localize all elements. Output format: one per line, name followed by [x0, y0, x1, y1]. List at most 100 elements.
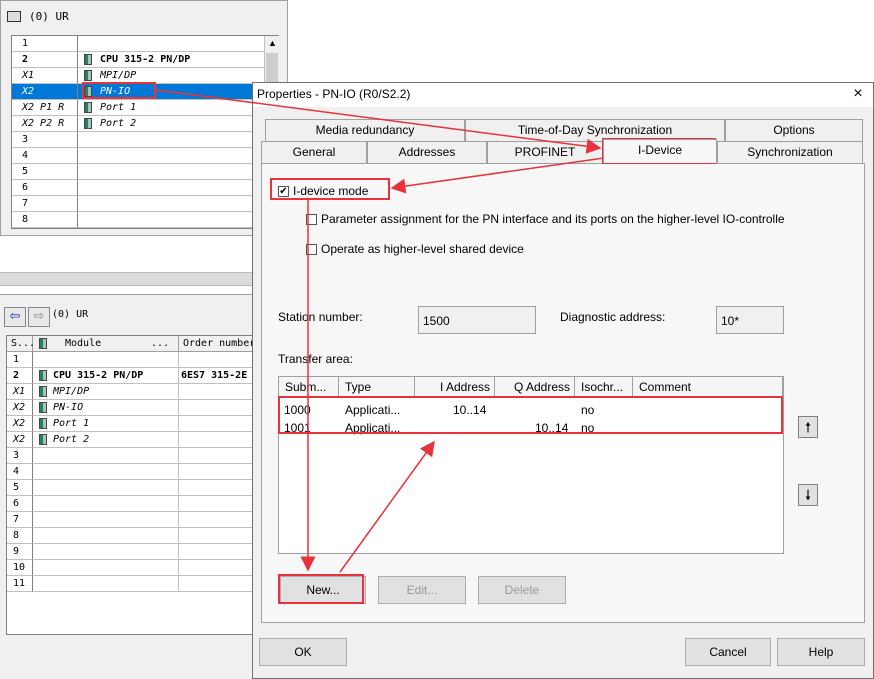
rack-row[interactable]: 4: [12, 148, 264, 164]
checkbox-checked-icon[interactable]: ✔: [278, 185, 289, 197]
tab-profinet[interactable]: PROFINET: [487, 141, 603, 163]
col-q-address[interactable]: Q Address: [495, 377, 575, 397]
rack-row[interactable]: 3: [12, 132, 264, 148]
detail-row[interactable]: X2 Port 1: [7, 416, 257, 432]
rack-row[interactable]: 8: [12, 212, 264, 228]
detail-slot: 5: [7, 480, 33, 496]
rack-window: (0) UR 1 2 CPU 315-2 PN/DP X1 MPI/DP X2 PN-IO X…: [0, 0, 288, 236]
table-row[interactable]: 1001 Applicati... 10..14 no: [279, 419, 779, 437]
module-icon: [39, 434, 47, 445]
detail-row[interactable]: 10: [7, 560, 257, 576]
tab-general[interactable]: General: [261, 141, 367, 163]
detail-row[interactable]: 11: [7, 576, 257, 592]
detail-row[interactable]: X2 Port 2: [7, 432, 257, 448]
col-submodule[interactable]: Subm...: [279, 377, 339, 397]
module-icon: [84, 102, 92, 113]
rack-module-label: PN-IO: [100, 86, 131, 97]
scroll-up-icon[interactable]: ▲: [265, 36, 280, 51]
detail-row[interactable]: 9: [7, 544, 257, 560]
detail-module: CPU 315-2 PN/DP: [33, 368, 179, 384]
move-up-icon[interactable]: 🠕: [798, 416, 818, 438]
detail-row[interactable]: 1: [7, 352, 257, 368]
checkbox-unchecked-icon[interactable]: [306, 213, 317, 225]
rack-module: [78, 196, 264, 212]
detail-order-number: [179, 352, 257, 368]
edit-button[interactable]: Edit...: [378, 576, 466, 604]
rack-row[interactable]: X2 P2 R Port 2: [12, 116, 264, 132]
nav-buttons: ⇦ ⇨: [4, 307, 50, 327]
rack-row[interactable]: 2 CPU 315-2 PN/DP: [12, 52, 264, 68]
rack-slot: X2 P2 R: [12, 116, 78, 132]
detail-slot: X2: [7, 400, 33, 416]
detail-order-number: [179, 432, 257, 448]
dialog-titlebar[interactable]: Properties - PN-IO (R0/S2.2) ×: [253, 83, 873, 107]
header-order-number[interactable]: Order number: [179, 336, 257, 352]
detail-order-number: [179, 560, 257, 576]
detail-slot: X2: [7, 416, 33, 432]
detail-row[interactable]: 6: [7, 496, 257, 512]
scroll-thumb[interactable]: [266, 53, 278, 83]
rack-module: MPI/DP: [78, 68, 264, 84]
rack-row[interactable]: X1 MPI/DP: [12, 68, 264, 84]
delete-button[interactable]: Delete: [478, 576, 566, 604]
module-icon: [84, 54, 92, 65]
forward-arrow-icon[interactable]: ⇨: [28, 307, 50, 327]
detail-title: (0) UR: [52, 309, 89, 320]
tab-addresses[interactable]: Addresses: [367, 141, 487, 163]
rack-row[interactable]: X2 PN-IO: [12, 84, 264, 100]
rack-row[interactable]: 7: [12, 196, 264, 212]
col-isochronous[interactable]: Isochr...: [575, 377, 633, 397]
rack-table[interactable]: 1 2 CPU 315-2 PN/DP X1 MPI/DP X2 PN-IO X2 P1 R P…: [11, 35, 279, 229]
tab-time-of-day-sync[interactable]: Time-of-Day Synchronization: [465, 119, 725, 141]
table-row[interactable]: 1000 Applicati... 10..14 no: [279, 401, 779, 419]
header-module[interactable]: Module ...: [33, 336, 179, 352]
detail-module: [33, 544, 179, 560]
detail-row[interactable]: 7: [7, 512, 257, 528]
dialog-title: Properties - PN-IO (R0/S2.2): [257, 87, 411, 101]
move-down-icon[interactable]: 🠗: [798, 484, 818, 506]
rack-slot: 5: [12, 164, 78, 180]
header-slot[interactable]: S...: [7, 336, 35, 352]
module-icon: [39, 370, 47, 381]
tab-media-redundancy[interactable]: Media redundancy: [265, 119, 465, 141]
tab-synchronization[interactable]: Synchronization: [717, 141, 863, 163]
col-i-address[interactable]: I Address: [415, 377, 495, 397]
cell-isochronous: no: [581, 403, 595, 417]
detail-row[interactable]: 8: [7, 528, 257, 544]
detail-order-number: [179, 528, 257, 544]
detail-slot: X2: [7, 432, 33, 448]
station-number-field[interactable]: 1500: [418, 306, 536, 334]
rack-row[interactable]: 6: [12, 180, 264, 196]
cancel-button[interactable]: Cancel: [685, 638, 771, 666]
help-button[interactable]: Help: [777, 638, 865, 666]
detail-row[interactable]: X1 MPI/DP: [7, 384, 257, 400]
rack-row[interactable]: X2 P1 R Port 1: [12, 100, 264, 116]
close-icon[interactable]: ×: [849, 85, 867, 103]
new-button[interactable]: New...: [280, 576, 366, 604]
horizontal-scrollbar[interactable]: [0, 272, 260, 286]
detail-row[interactable]: 5: [7, 480, 257, 496]
tab-i-device[interactable]: I-Device: [603, 139, 717, 163]
rack-module-label: Port 2: [100, 118, 137, 129]
tab-options[interactable]: Options: [725, 119, 863, 141]
transfer-area-table[interactable]: Subm... Type I Address Q Address Isochr.…: [278, 376, 784, 554]
cell-i-address: 10..14: [453, 403, 487, 417]
checkbox-unchecked-icon[interactable]: [306, 243, 317, 255]
detail-order-number: [179, 416, 257, 432]
rack-row[interactable]: 5: [12, 164, 264, 180]
cell-q-address: 10..14: [535, 421, 569, 435]
detail-row[interactable]: X2 PN-IO: [7, 400, 257, 416]
shared-device-checkbox[interactable]: Operate as higher-level shared device: [306, 242, 524, 256]
idevice-mode-checkbox[interactable]: ✔ I-device mode: [278, 184, 368, 198]
detail-row[interactable]: 4: [7, 464, 257, 480]
detail-row[interactable]: 3: [7, 448, 257, 464]
back-arrow-icon[interactable]: ⇦: [4, 307, 26, 327]
param-assignment-checkbox[interactable]: Parameter assignment for the PN interfac…: [306, 212, 785, 226]
detail-row[interactable]: 2 CPU 315-2 PN/DP 6ES7 315-2E: [7, 368, 257, 384]
ok-button[interactable]: OK: [259, 638, 347, 666]
diagnostic-address-field[interactable]: 10*: [716, 306, 784, 334]
rack-row[interactable]: 1: [12, 36, 264, 52]
detail-table[interactable]: S... Module ... Order number 1 2 CPU 315-2…: [6, 335, 257, 635]
col-type[interactable]: Type: [339, 377, 415, 397]
col-comment[interactable]: Comment: [633, 377, 783, 397]
